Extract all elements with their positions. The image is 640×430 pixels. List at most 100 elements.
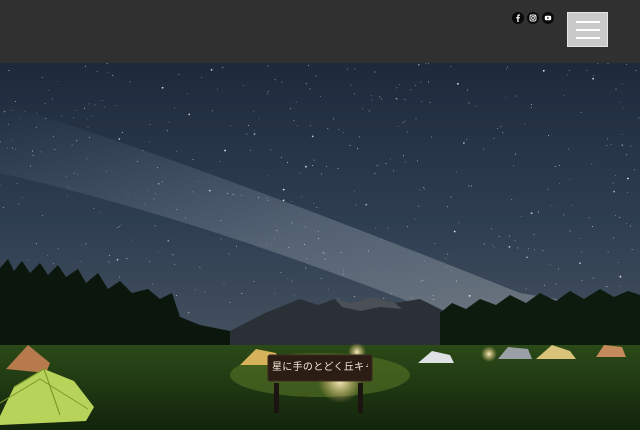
star [423,187,425,189]
star [338,129,340,131]
star [107,71,109,73]
star [635,70,637,72]
star [85,65,87,67]
star [355,204,357,206]
star [290,108,291,110]
star [317,230,319,232]
star [253,110,255,112]
star [374,227,376,229]
star [161,181,163,182]
star [96,70,98,72]
star [621,83,623,85]
star [51,98,53,100]
star [450,196,452,198]
star [447,206,448,208]
star [320,278,322,279]
star [406,131,408,133]
star [313,202,315,204]
star [502,132,504,134]
star [57,248,59,250]
facebook-icon[interactable] [512,12,524,24]
star [405,161,406,163]
star [267,200,269,202]
star [447,253,449,255]
star [415,118,417,120]
star [530,212,533,215]
sign-post-left [274,383,279,413]
star [11,109,12,111]
star [445,258,447,259]
star [116,258,119,261]
star [266,197,268,199]
hamburger-menu-button[interactable] [567,12,608,47]
star [380,98,382,100]
star [118,276,120,278]
star [492,244,494,246]
star [149,124,151,126]
star [383,297,385,299]
star [115,105,117,107]
star [370,95,372,97]
star [306,257,308,259]
star [228,253,230,255]
star [297,125,298,127]
star [73,172,75,174]
star [71,144,73,146]
star [613,237,614,239]
star [568,69,570,71]
star [257,197,259,198]
hero-image-night-campsite: 星に手のとどく丘キャンプ場 [0,63,640,430]
star [513,165,515,167]
star [195,289,196,291]
star [86,158,88,160]
star [325,165,327,167]
star [53,263,55,265]
star [483,243,485,245]
star [543,284,545,286]
star [21,196,23,198]
star [161,86,164,89]
star [121,132,123,133]
star [380,239,382,241]
star [288,247,290,249]
star [559,164,560,166]
star [387,227,389,229]
star [396,87,397,89]
star [16,183,18,184]
star [410,89,412,91]
star [301,196,303,198]
star [350,84,352,86]
star [253,133,256,135]
star [367,250,369,252]
star [524,123,526,125]
star [390,293,392,295]
star [592,77,594,80]
star [119,225,120,227]
star [316,207,318,208]
star [280,156,282,158]
star [542,250,544,252]
star [230,125,232,127]
star [538,211,540,213]
star [327,128,329,130]
youtube-icon[interactable] [542,12,554,24]
star [468,295,471,297]
star [427,63,429,65]
star [108,261,110,263]
star [506,68,508,70]
star [346,68,348,70]
star [88,103,90,105]
star [281,81,283,83]
star [500,125,502,127]
star [411,297,413,299]
star [52,136,54,138]
star [432,294,434,296]
star [147,189,149,191]
star [627,192,629,193]
instagram-icon[interactable] [527,12,539,24]
star [303,243,305,245]
star [531,103,533,105]
star [15,148,17,150]
star [282,199,285,202]
star [178,74,180,76]
